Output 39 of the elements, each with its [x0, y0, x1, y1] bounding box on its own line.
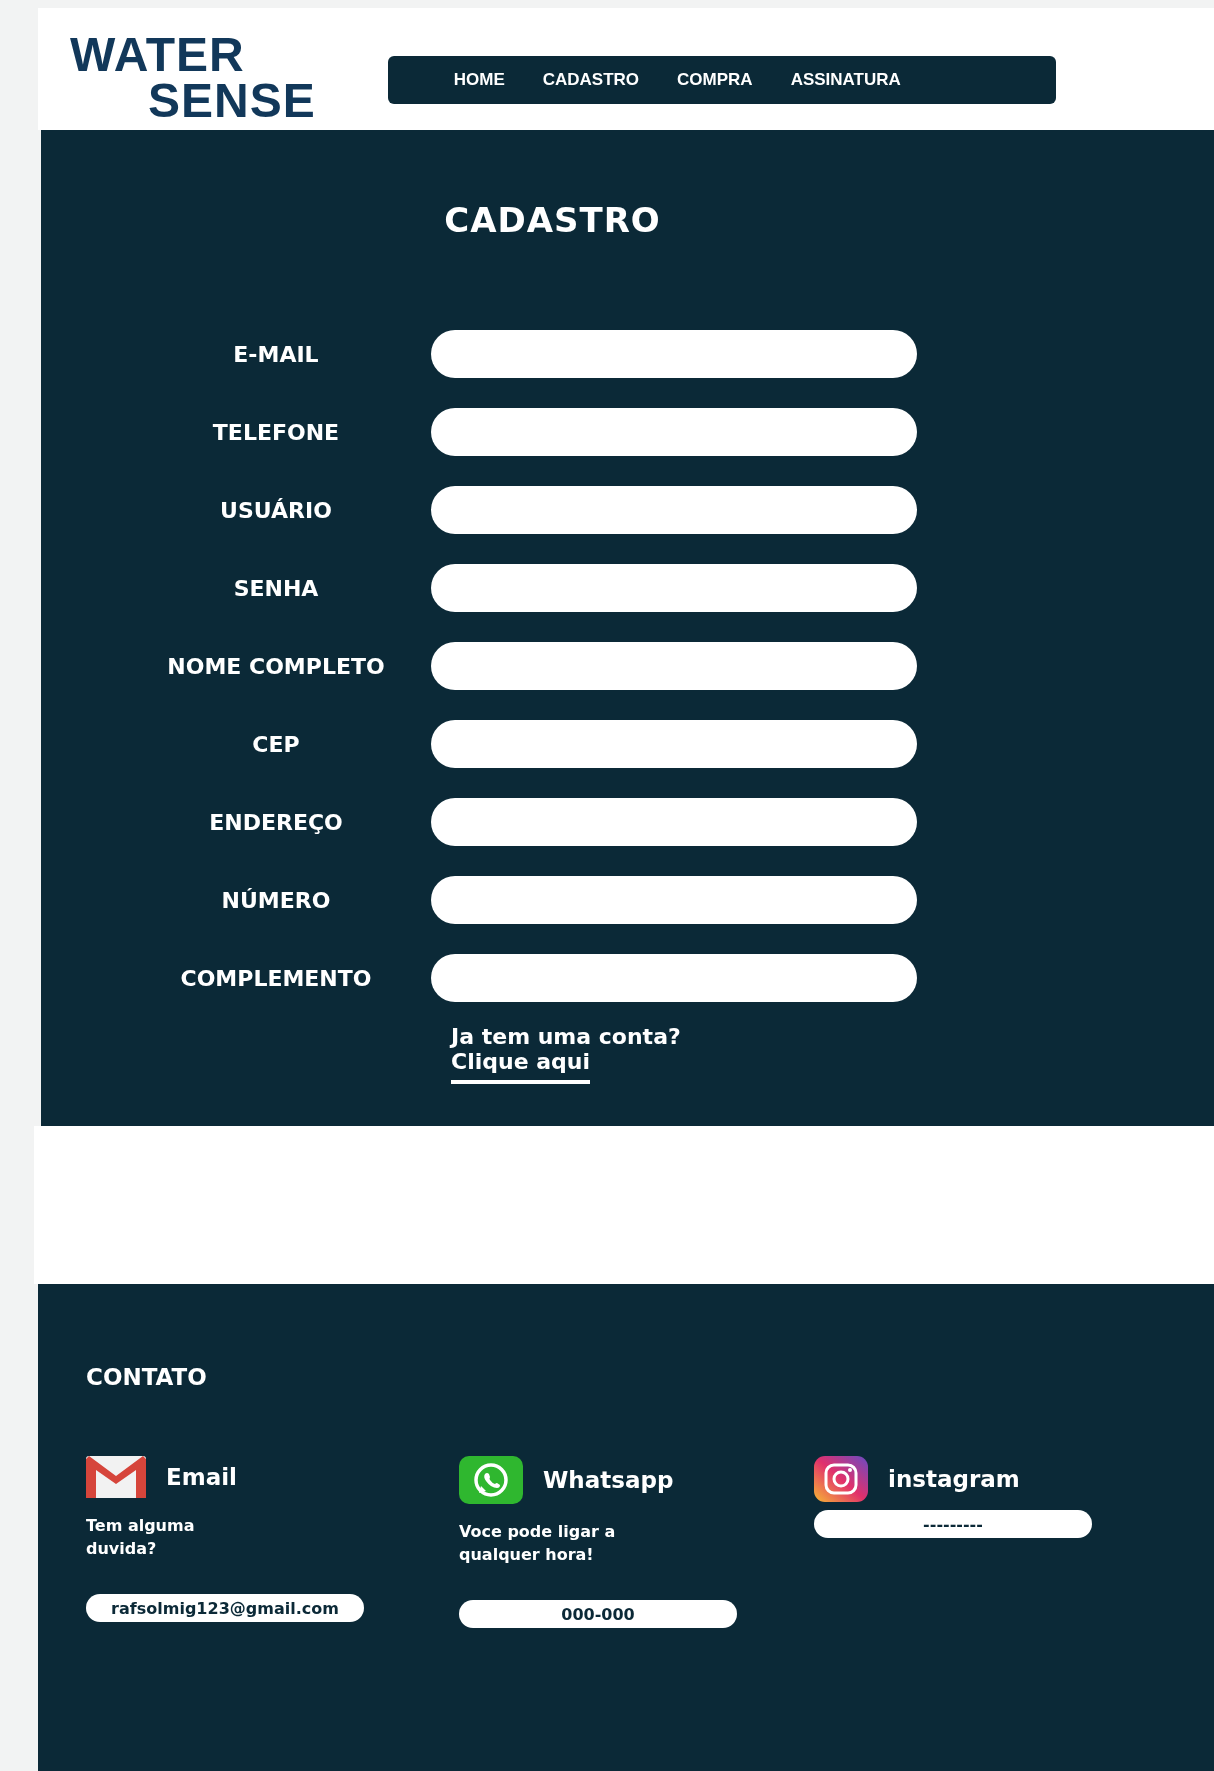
chat-phone-icon [459, 1456, 523, 1504]
input-field[interactable] [431, 564, 917, 612]
input-field[interactable] [431, 486, 917, 534]
field-label: TELEFONE [211, 419, 341, 445]
contact-value: rafsolmig123@gmail.com [86, 1594, 364, 1623]
nav-link[interactable]: CADASTRO [528, 70, 654, 90]
input-field[interactable] [431, 408, 917, 456]
input-field[interactable] [431, 876, 917, 924]
login-link[interactable]: Clique aqui [451, 1049, 590, 1084]
input-field[interactable] [431, 720, 917, 768]
logo-text: WATER [70, 32, 246, 78]
contact-value: 000-000 [459, 1600, 737, 1629]
input-field[interactable] [431, 330, 917, 378]
contact-value: --------- [814, 1510, 1092, 1538]
field-label: COMPLEMENTO [179, 965, 373, 991]
field-label: USUÁRIO [219, 497, 333, 523]
field-label: ENDEREÇO [208, 809, 344, 835]
footer-heading: CONTATO [86, 1364, 208, 1390]
field-label: CEP [251, 731, 301, 757]
logo-text: SENSE [147, 77, 316, 124]
login-prompt: Ja tem uma conta? [451, 1024, 681, 1049]
input-field[interactable] [431, 642, 917, 690]
field-label: SENHA [232, 575, 320, 601]
nav-link[interactable]: COMPRA [663, 70, 767, 90]
contact-note: Tem alguma duvida? [86, 1515, 196, 1561]
envelope-icon [86, 1456, 146, 1498]
input-field[interactable] [431, 954, 917, 1002]
field-label: NÚMERO [220, 887, 332, 913]
input-field[interactable] [431, 798, 917, 846]
field-label: E-MAIL [232, 341, 320, 367]
contact-name: instagram [888, 1466, 1020, 1492]
field-label: NOME COMPLETO [166, 653, 386, 679]
camera-icon [814, 1456, 868, 1502]
nav-link[interactable]: ASSINATURA [776, 70, 915, 90]
contact-name: Whatsapp [543, 1467, 674, 1493]
page-title: CADASTRO [444, 200, 662, 240]
nav-link[interactable]: HOME [439, 70, 519, 90]
contact-note: Voce pode ligar a qualquer hora! [459, 1521, 617, 1567]
contact-name: Email [166, 1464, 237, 1490]
